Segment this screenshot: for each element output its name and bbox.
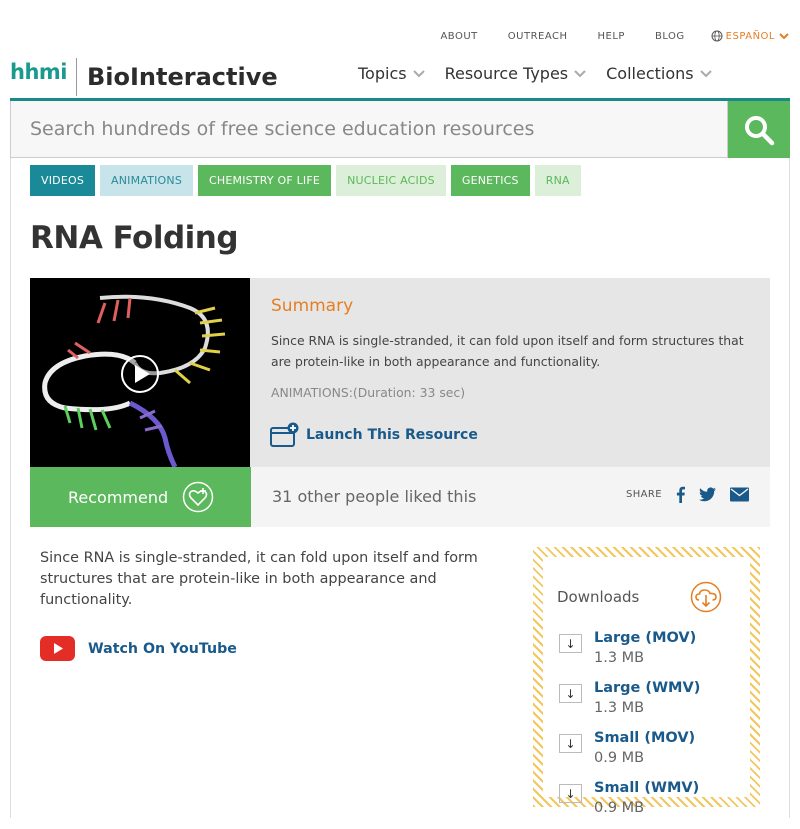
- download-arrow-icon[interactable]: ↓: [559, 634, 582, 653]
- downloads-panel: Downloads ↓ Large (MOV) 1.3 MB ↓ Large (…: [533, 547, 760, 816]
- tag-chemistry-of-life[interactable]: CHEMISTRY OF LIFE: [198, 165, 332, 196]
- video-thumbnail[interactable]: [30, 278, 250, 467]
- nav-blog-link[interactable]: BLOG: [655, 31, 685, 42]
- utility-nav: ABOUT OUTREACH HELP BLOG ESPAÑOL: [410, 30, 790, 42]
- download-name[interactable]: Large (WMV): [594, 679, 700, 698]
- search-bar: [10, 101, 790, 158]
- tag-nucleic-acids[interactable]: NUCLEIC ACIDS: [336, 165, 446, 196]
- youtube-icon: [40, 636, 75, 661]
- recommend-label: Recommend: [68, 487, 169, 507]
- downloads-title: Downloads: [557, 588, 640, 606]
- globe-icon: [711, 30, 723, 42]
- summary-heading: Summary: [271, 296, 354, 316]
- resource-card: Summary Since RNA is single-stranded, it…: [30, 278, 770, 467]
- launch-resource-link[interactable]: Launch This Resource: [270, 422, 478, 448]
- tag-list: VIDEOS ANIMATIONS CHEMISTRY OF LIFE NUCL…: [30, 165, 581, 196]
- tag-genetics[interactable]: GENETICS: [450, 165, 530, 196]
- download-name[interactable]: Small (WMV): [594, 779, 699, 798]
- site-logo[interactable]: hhmi BioInteractive: [10, 58, 278, 96]
- download-arrow-icon[interactable]: ↓: [559, 734, 582, 753]
- heart-plus-icon: [182, 481, 214, 513]
- cloud-download-icon: [690, 581, 722, 613]
- summary-text: Since RNA is single-stranded, it can fol…: [271, 333, 744, 369]
- nav-outreach-link[interactable]: OUTREACH: [508, 31, 568, 42]
- nav-resource-types[interactable]: Resource Types: [445, 64, 587, 83]
- hhmi-logo: hhmi: [10, 58, 77, 96]
- download-name[interactable]: Small (MOV): [594, 729, 695, 748]
- tag-videos[interactable]: VIDEOS: [30, 165, 96, 196]
- downloads-inner: Downloads ↓ Large (MOV) 1.3 MB ↓ Large (…: [543, 557, 750, 816]
- nav-help-link[interactable]: HELP: [598, 31, 625, 42]
- search-button[interactable]: [728, 101, 790, 158]
- liked-count-text: 31 other people liked this: [272, 487, 477, 506]
- download-item[interactable]: ↓ Large (WMV) 1.3 MB: [559, 679, 700, 719]
- tag-rna[interactable]: RNA: [534, 165, 581, 196]
- download-name[interactable]: Large (MOV): [594, 629, 696, 648]
- recommend-bar: Recommend 31 other people liked this SHA…: [30, 467, 770, 527]
- search-input[interactable]: [10, 101, 728, 158]
- play-icon[interactable]: [120, 354, 160, 394]
- download-size: 0.9 MB: [594, 800, 645, 816]
- launch-window-icon: [270, 422, 299, 447]
- search-icon: [745, 115, 775, 145]
- tag-animations[interactable]: ANIMATIONS: [100, 165, 194, 196]
- download-item[interactable]: ↓ Small (WMV) 0.9 MB: [559, 779, 700, 819]
- download-item[interactable]: ↓ Large (MOV) 1.3 MB: [559, 629, 700, 669]
- chevron-down-icon: [574, 69, 586, 77]
- page-title: RNA Folding: [30, 220, 239, 256]
- nav-topics-label: Topics: [358, 64, 407, 83]
- chevron-down-icon: [699, 69, 712, 77]
- download-list: ↓ Large (MOV) 1.3 MB ↓ Large (WMV) 1.3 M…: [559, 629, 700, 829]
- share-label: SHARE: [626, 489, 662, 500]
- chevron-down-icon: [779, 33, 789, 40]
- email-icon[interactable]: [729, 486, 749, 503]
- main-nav: Topics Resource Types Collections: [358, 64, 712, 83]
- nav-resource-types-label: Resource Types: [444, 64, 569, 83]
- youtube-link[interactable]: Watch On YouTube: [40, 636, 237, 661]
- download-size: 1.3 MB: [594, 700, 645, 716]
- facebook-icon[interactable]: [676, 486, 685, 503]
- nav-collections[interactable]: Collections: [606, 64, 712, 83]
- youtube-label: Watch On YouTube: [88, 640, 237, 657]
- resource-meta: ANIMATIONS:(Duration: 33 sec): [271, 385, 466, 400]
- download-arrow-icon[interactable]: ↓: [559, 784, 582, 803]
- download-arrow-icon[interactable]: ↓: [559, 684, 582, 703]
- download-size: 1.3 MB: [594, 650, 645, 666]
- download-size: 0.9 MB: [594, 750, 645, 766]
- chevron-down-icon: [412, 69, 425, 77]
- twitter-icon[interactable]: [698, 486, 716, 503]
- resource-description: Since RNA is single-stranded, it can fol…: [40, 550, 478, 608]
- nav-collections-label: Collections: [606, 64, 694, 83]
- language-label: ESPAÑOL: [725, 30, 775, 42]
- launch-resource-label: Launch This Resource: [306, 427, 478, 443]
- share-bar: SHARE: [626, 486, 749, 503]
- nav-topics[interactable]: Topics: [358, 64, 425, 83]
- recommend-button[interactable]: Recommend: [30, 467, 251, 527]
- language-selector[interactable]: ESPAÑOL: [711, 30, 790, 42]
- biointeractive-logo: BioInteractive: [86, 63, 278, 91]
- download-item[interactable]: ↓ Small (MOV) 0.9 MB: [559, 729, 700, 769]
- nav-about-link[interactable]: ABOUT: [440, 31, 477, 42]
